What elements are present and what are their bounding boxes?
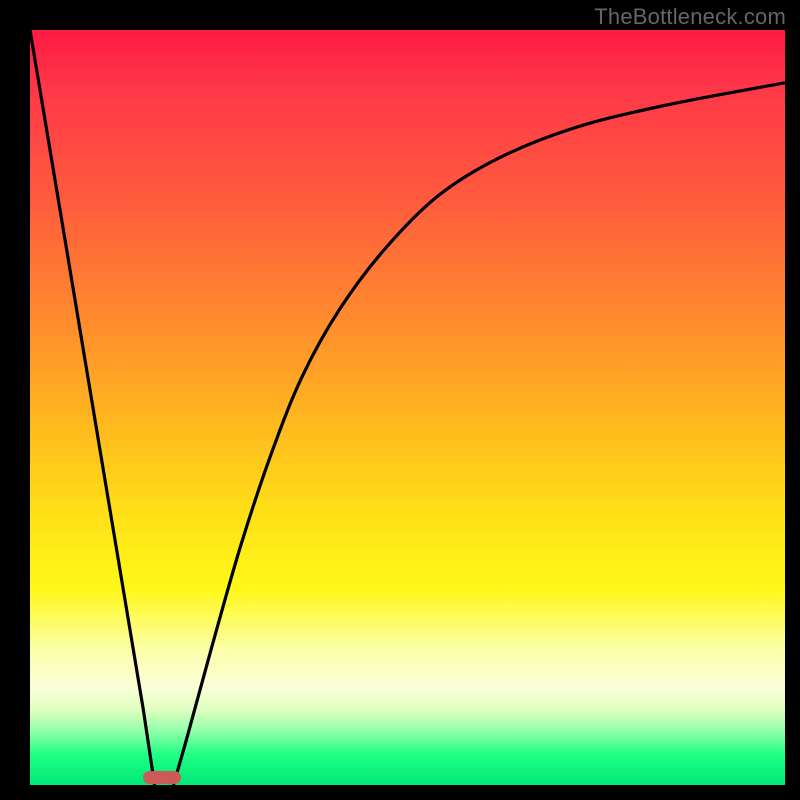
curve-right-branch	[173, 83, 785, 785]
watermark-text: TheBottleneck.com	[594, 4, 786, 30]
bottleneck-curve	[30, 30, 785, 785]
chart-frame: TheBottleneck.com	[0, 0, 800, 800]
optimal-marker	[143, 771, 181, 784]
curve-left-branch	[30, 30, 155, 785]
plot-area	[30, 30, 785, 785]
